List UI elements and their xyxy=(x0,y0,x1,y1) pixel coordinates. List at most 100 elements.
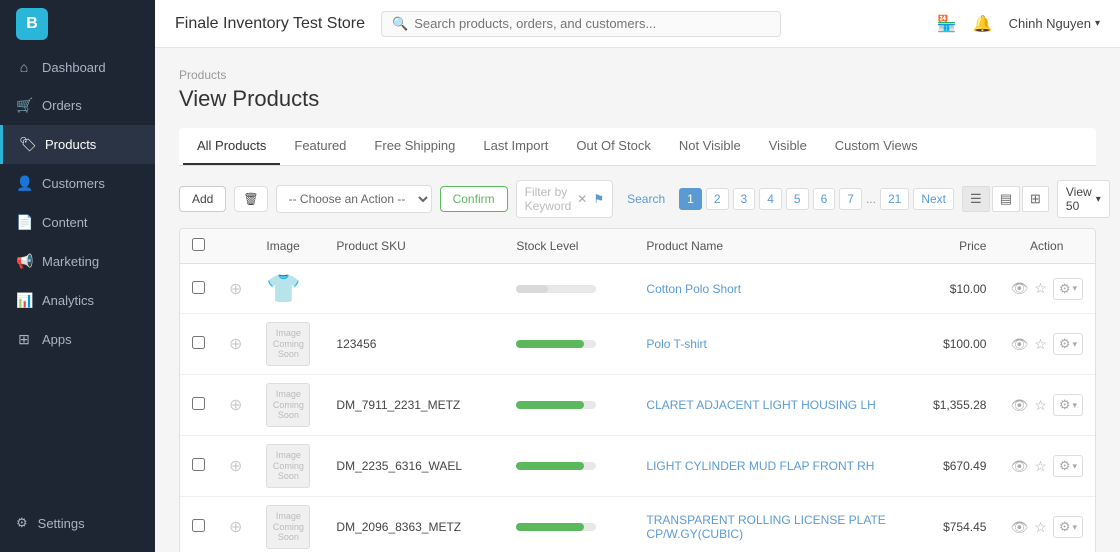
row-add-icon-1[interactable]: ⊕ xyxy=(229,336,242,353)
star-icon-2[interactable]: ☆ xyxy=(1034,397,1047,414)
col-header-sku: Product SKU xyxy=(324,229,504,264)
tab-out-of-stock[interactable]: Out Of Stock xyxy=(562,128,664,165)
page-1-button[interactable]: 1 xyxy=(679,188,702,210)
filter-keyword-box[interactable]: Filter by Keyword ✕ ⚑ xyxy=(516,180,614,218)
row-checkbox-1[interactable] xyxy=(192,336,205,349)
view-icon-0[interactable]: 👁 xyxy=(1010,280,1028,297)
page-2-button[interactable]: 2 xyxy=(706,188,729,210)
row-checkbox-3[interactable] xyxy=(192,458,205,471)
view-compact-button[interactable]: ▤ xyxy=(992,186,1020,212)
view-icon-4[interactable]: 👁 xyxy=(1010,519,1028,536)
row-checkbox-0[interactable] xyxy=(192,281,205,294)
dashboard-icon: ⌂ xyxy=(16,59,32,75)
row-add-icon-4[interactable]: ⊕ xyxy=(229,519,242,536)
page-5-button[interactable]: 5 xyxy=(786,188,809,210)
tab-visible[interactable]: Visible xyxy=(755,128,821,165)
gear-icon-2[interactable]: ⚙▾ xyxy=(1053,394,1083,416)
add-button[interactable]: Add xyxy=(179,186,226,212)
row-add-icon-2[interactable]: ⊕ xyxy=(229,397,242,414)
stock-bar-wrap-1 xyxy=(516,340,596,348)
sidebar-label-content: Content xyxy=(42,215,88,230)
stock-bar-1 xyxy=(516,340,584,348)
search-button[interactable]: Search xyxy=(621,188,671,210)
page-7-button[interactable]: 7 xyxy=(839,188,862,210)
table-row: ⊕ ImageComingSoon DM_7911_2231_METZ CLAR… xyxy=(180,375,1095,436)
user-menu[interactable]: Chinh Nguyen ▾ xyxy=(1009,16,1100,31)
row-price-3: $670.49 xyxy=(898,436,998,497)
sidebar-item-dashboard[interactable]: ⌂ Dashboard xyxy=(0,48,155,86)
product-name-link-1[interactable]: Polo T-shirt xyxy=(646,337,706,351)
tab-not-visible[interactable]: Not Visible xyxy=(665,128,755,165)
col-header-stock: Stock Level xyxy=(504,229,634,264)
bell-icon[interactable]: 🔔 xyxy=(973,14,993,34)
product-name-link-3[interactable]: LIGHT CYLINDER MUD FLAP FRONT RH xyxy=(646,459,874,473)
view-icon-2[interactable]: 👁 xyxy=(1010,397,1028,414)
page-6-button[interactable]: 6 xyxy=(813,188,836,210)
gear-icon-4[interactable]: ⚙▾ xyxy=(1053,516,1083,538)
tab-featured[interactable]: Featured xyxy=(280,128,360,165)
page-21-button[interactable]: 21 xyxy=(880,188,909,210)
view-count-chevron: ▾ xyxy=(1096,194,1101,205)
row-sku-4: DM_2096_8363_METZ xyxy=(324,497,504,552)
row-sku-2: DM_7911_2231_METZ xyxy=(324,375,504,436)
product-name-link-2[interactable]: CLARET ADJACENT LIGHT HOUSING LH xyxy=(646,398,875,412)
row-checkbox-2[interactable] xyxy=(192,397,205,410)
sidebar-label-customers: Customers xyxy=(42,176,105,191)
toolbar: Add 🗑 -- Choose an Action -- Confirm Fil… xyxy=(179,180,1096,218)
select-all-checkbox[interactable] xyxy=(192,238,205,251)
sidebar-logo: B xyxy=(0,0,155,48)
filter-icon[interactable]: ⚑ xyxy=(593,192,604,206)
sidebar-item-content[interactable]: 📄 Content xyxy=(0,203,155,242)
header-search-box[interactable]: 🔍 xyxy=(381,11,781,37)
gear-icon-3[interactable]: ⚙▾ xyxy=(1053,455,1083,477)
view-icon-1[interactable]: 👁 xyxy=(1010,336,1028,353)
gear-chevron-2: ▾ xyxy=(1072,400,1077,411)
header: Finale Inventory Test Store 🔍 🏪 🔔 Chinh … xyxy=(155,0,1120,48)
tab-last-import[interactable]: Last Import xyxy=(469,128,562,165)
stock-bar-0 xyxy=(516,285,548,293)
sidebar-label-settings: Settings xyxy=(38,516,85,531)
tab-all-products[interactable]: All Products xyxy=(183,128,280,165)
row-add-icon-0[interactable]: ⊕ xyxy=(229,281,242,298)
store-icon[interactable]: 🏪 xyxy=(937,14,957,34)
tab-custom-views[interactable]: Custom Views xyxy=(821,128,932,165)
view-list-button[interactable]: ☰ xyxy=(962,186,990,212)
sidebar-item-orders[interactable]: 🛒 Orders xyxy=(0,86,155,125)
sidebar-item-apps[interactable]: ⊞ Apps xyxy=(0,320,155,359)
gear-icon-1[interactable]: ⚙▾ xyxy=(1053,333,1083,355)
row-price-1: $100.00 xyxy=(898,314,998,375)
tab-free-shipping[interactable]: Free Shipping xyxy=(360,128,469,165)
sidebar-item-analytics[interactable]: 📊 Analytics xyxy=(0,281,155,320)
row-checkbox-4[interactable] xyxy=(192,519,205,532)
star-icon-0[interactable]: ☆ xyxy=(1034,280,1047,297)
action-select[interactable]: -- Choose an Action -- xyxy=(276,185,432,213)
product-name-link-4[interactable]: TRANSPARENT ROLLING LICENSE PLATE CP/W.G… xyxy=(646,513,885,541)
products-table-wrap: Image Product SKU Stock Level Product Na… xyxy=(179,228,1096,552)
clear-filter-icon[interactable]: ✕ xyxy=(577,192,587,206)
view-grid-button[interactable]: ⊞ xyxy=(1022,186,1049,212)
view-icon-3[interactable]: 👁 xyxy=(1010,458,1028,475)
star-icon-3[interactable]: ☆ xyxy=(1034,458,1047,475)
sidebar-item-products[interactable]: 🏷 Products xyxy=(0,125,155,164)
header-icons: 🏪 🔔 Chinh Nguyen ▾ xyxy=(937,14,1100,34)
sidebar-item-customers[interactable]: 👤 Customers xyxy=(0,164,155,203)
sidebar-item-settings[interactable]: ⚙ Settings xyxy=(16,504,139,542)
row-add-icon-3[interactable]: ⊕ xyxy=(229,458,242,475)
content-area: Products View Products All Products Feat… xyxy=(155,48,1120,552)
page-3-button[interactable]: 3 xyxy=(733,188,756,210)
star-icon-1[interactable]: ☆ xyxy=(1034,336,1047,353)
star-icon-4[interactable]: ☆ xyxy=(1034,519,1047,536)
page-4-button[interactable]: 4 xyxy=(759,188,782,210)
view-count-select[interactable]: View 50 ▾ xyxy=(1057,180,1110,218)
next-button[interactable]: Next xyxy=(913,188,954,210)
gear-icon-0[interactable]: ⚙▾ xyxy=(1053,278,1083,300)
product-name-link-0[interactable]: Cotton Polo Short xyxy=(646,282,741,296)
search-input[interactable] xyxy=(414,16,770,31)
confirm-button[interactable]: Confirm xyxy=(440,186,508,212)
delete-button[interactable]: 🗑 xyxy=(234,186,267,212)
analytics-icon: 📊 xyxy=(16,292,32,309)
sidebar-label-products: Products xyxy=(45,137,96,152)
table-row: ⊕ ImageComingSoon DM_2235_6316_WAEL LIGH… xyxy=(180,436,1095,497)
sidebar-item-marketing[interactable]: 📢 Marketing xyxy=(0,242,155,281)
table-row: ⊕ ImageComingSoon 123456 Polo T-shirt $1… xyxy=(180,314,1095,375)
